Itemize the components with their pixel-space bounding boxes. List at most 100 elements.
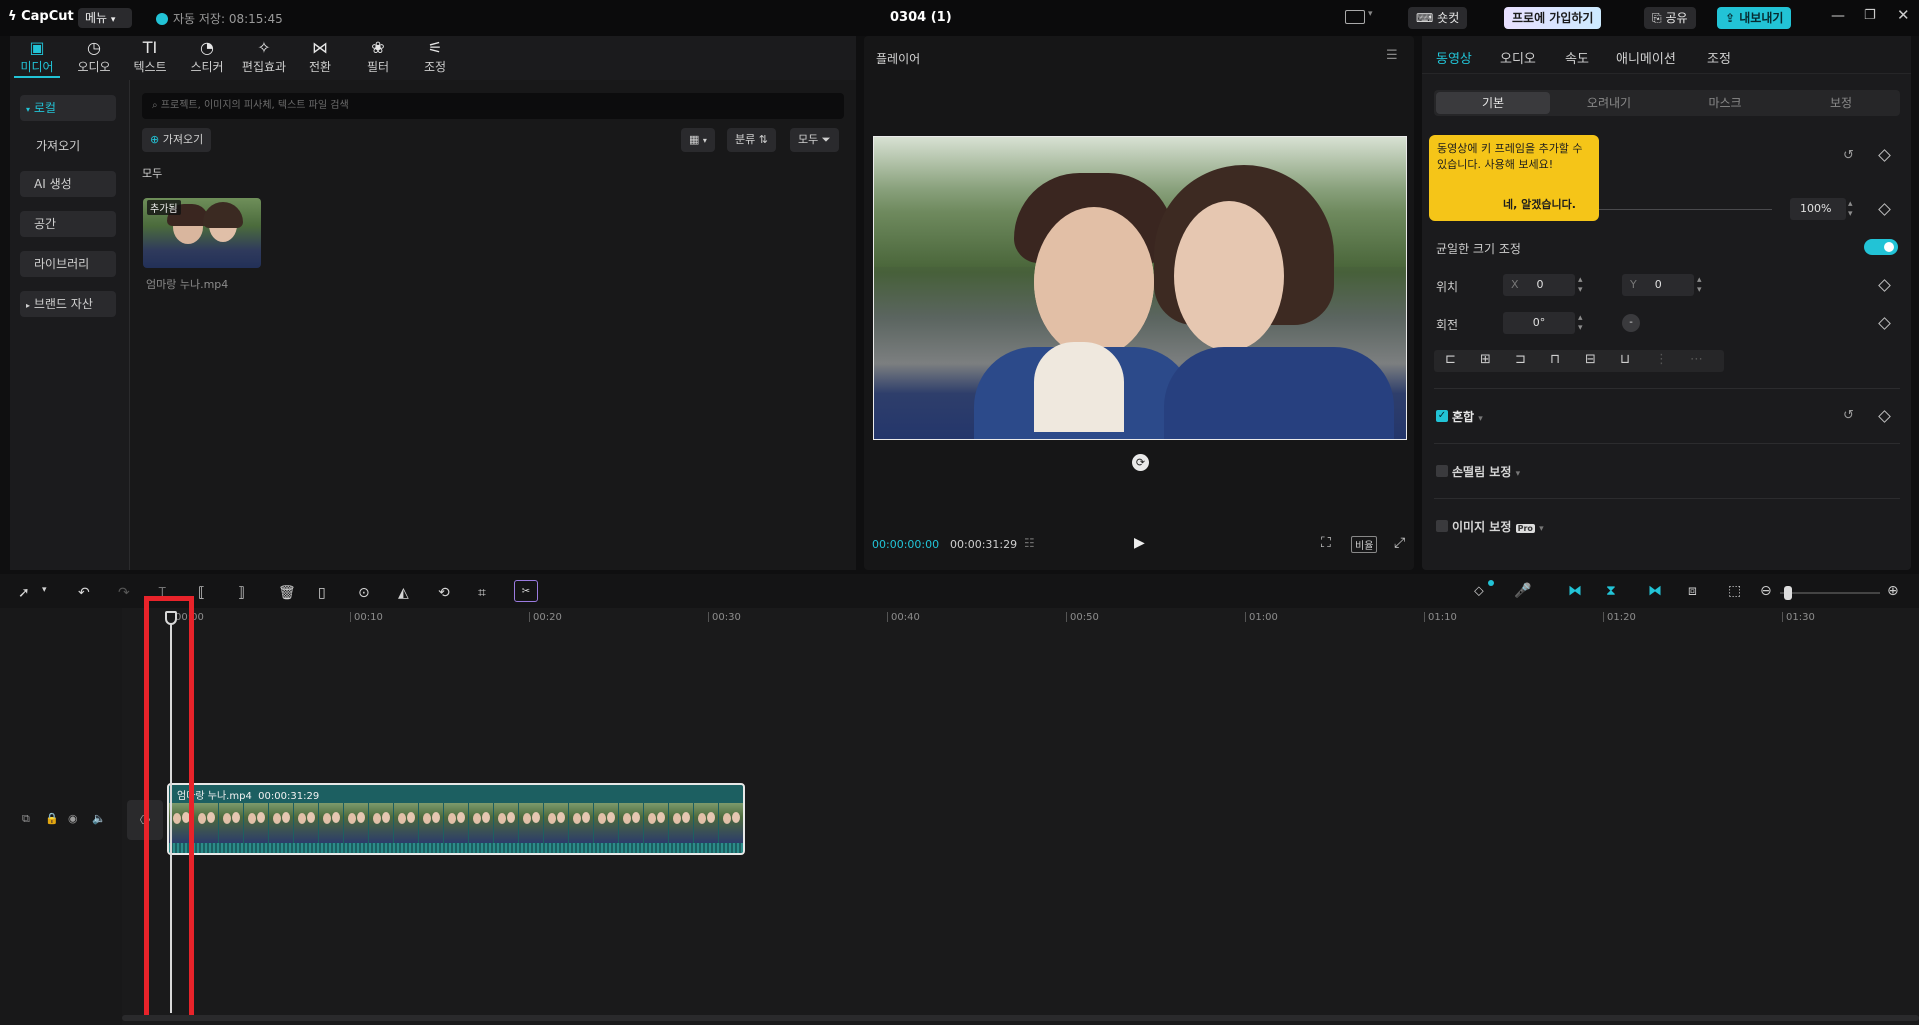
sort-button[interactable]: 분류 ⇅ <box>727 128 776 152</box>
split-right-icon[interactable]: ⟧ <box>238 585 245 601</box>
ratio-button[interactable]: 비율 <box>1351 536 1378 553</box>
rotate-clip-icon[interactable]: ⟲ <box>438 585 450 601</box>
tab-speed[interactable]: 속도 <box>1565 48 1589 67</box>
timeline-scrollbar[interactable] <box>122 1015 1919 1021</box>
tab-text[interactable]: TI 텍스트 <box>122 38 178 75</box>
split-left-icon[interactable]: ⟦ <box>198 585 205 601</box>
blend-label[interactable]: 혼합 ▾ <box>1452 408 1483 425</box>
subtab-mask[interactable]: 마스크 <box>1668 92 1782 114</box>
zoom-slider-handle[interactable] <box>1784 586 1792 600</box>
scale-input[interactable]: 100% <box>1790 198 1846 220</box>
close-icon[interactable]: ✕ <box>1897 6 1910 24</box>
align-bottom-icon[interactable]: ⊔ <box>1620 352 1630 367</box>
video-preview[interactable] <box>873 136 1407 440</box>
tab-adjust[interactable]: 조정 <box>1707 48 1731 67</box>
stepper-icon[interactable]: ▴ ▾ <box>1848 199 1853 219</box>
sidebar-item-import[interactable]: 가져오기 <box>20 133 116 159</box>
fullscreen-icon[interactable]: ⤢ <box>1394 535 1405 551</box>
stabilize-checkbox[interactable] <box>1436 465 1448 477</box>
layout-icon[interactable] <box>1345 10 1365 24</box>
eye-icon[interactable]: ◉ <box>68 812 78 825</box>
subtab-basic[interactable]: 기본 <box>1436 92 1550 114</box>
subtab-cutout[interactable]: 오려내기 <box>1552 92 1666 114</box>
tab-filter[interactable]: ❀ 필터 <box>350 38 406 75</box>
tooltip-ok-button[interactable]: 네, 알겠습니다. <box>1503 197 1576 213</box>
minimize-icon[interactable]: — <box>1831 8 1845 24</box>
tab-effects[interactable]: ✧ 편집효과 <box>236 38 292 75</box>
subtab-correction[interactable]: 보정 <box>1784 92 1898 114</box>
media-thumbnail[interactable]: 추가됨 <box>143 198 261 268</box>
rotate-icon[interactable]: ⟳ <box>1132 454 1149 471</box>
select-icon[interactable]: ➚ <box>18 585 30 601</box>
zoom-in-icon[interactable]: ⊕ <box>1887 583 1899 599</box>
tab-transition[interactable]: ⋈ 전환 <box>292 38 348 75</box>
linkage-icon[interactable]: ⧓ <box>1648 583 1662 599</box>
crop-icon[interactable]: ⌗ <box>478 585 486 601</box>
import-button[interactable]: ⊕ 가져오기 <box>142 128 212 152</box>
preview-axis-icon[interactable]: ⬚ <box>1728 583 1741 599</box>
delete-icon[interactable]: 🗑 <box>278 585 296 601</box>
zoom-out-icon[interactable]: ⊖ <box>1760 583 1772 599</box>
align-right-icon[interactable]: ⊐ <box>1515 352 1526 367</box>
align-center-h-icon[interactable]: ⊞ <box>1480 352 1491 367</box>
shortcut-button[interactable]: ⌨ 숏컷 <box>1408 7 1468 29</box>
marker-icon[interactable]: ⬦ <box>1474 583 1484 599</box>
sidebar-item-library[interactable]: 라이브러리 <box>20 251 116 277</box>
export-button[interactable]: ⇪ 내보내기 <box>1717 7 1792 29</box>
menu-icon[interactable]: ☰ <box>1386 48 1398 63</box>
search-input[interactable]: ⌕ 프로젝트, 이미지의 피사체, 텍스트 파일 검색 <box>142 93 844 119</box>
reset-icon[interactable]: ↺ <box>1843 148 1854 163</box>
lock-icon[interactable]: 🔒 <box>45 812 59 825</box>
align-center-v-icon[interactable]: ⊟ <box>1585 352 1596 367</box>
ai-tool-icon[interactable]: ✂ <box>514 580 538 602</box>
track-cover-icon[interactable]: ⧉ <box>22 812 30 826</box>
tab-audio[interactable]: ◷ 오디오 <box>66 38 122 75</box>
sidebar-item-space[interactable]: 공간 <box>20 211 116 237</box>
align-top-icon[interactable]: ⊓ <box>1550 352 1560 367</box>
image-correct-label[interactable]: 이미지 보정 Pro ▾ <box>1452 518 1544 535</box>
timecode-grid-icon[interactable]: ☷ <box>1024 536 1035 550</box>
redo-icon[interactable]: ↷ <box>118 585 130 601</box>
stepper-icon[interactable]: ▴ ▾ <box>1578 313 1583 333</box>
sidebar-item-ai[interactable]: AI 생성 <box>20 171 116 197</box>
tab-animation[interactable]: 애니메이션 <box>1616 48 1676 67</box>
uniform-scale-toggle[interactable] <box>1864 239 1898 255</box>
rotation-dial[interactable]: - <box>1622 314 1640 332</box>
video-clip[interactable]: 엄마랑 누나.mp4 00:00:31:29 <box>167 783 745 855</box>
tab-adjust[interactable]: ⚟ 조정 <box>407 38 463 75</box>
sidebar-item-brand[interactable]: ▸ 브랜드 자산 <box>20 291 116 317</box>
tab-media[interactable]: ▣ 미디어 <box>9 38 65 75</box>
link-main-track-icon[interactable]: ⧓ <box>1568 583 1582 599</box>
chevron-down-icon[interactable]: ▾ <box>1368 9 1373 19</box>
view-mode-button[interactable]: ▦ ▾ <box>681 128 715 152</box>
microphone-icon[interactable]: 🎤 <box>1514 583 1531 599</box>
menu-button[interactable]: 메뉴 ▾ <box>78 8 132 28</box>
undo-icon[interactable]: ↶ <box>78 585 90 601</box>
zoom-slider[interactable] <box>1780 592 1880 594</box>
stabilize-label[interactable]: 손떨림 보정 ▾ <box>1452 463 1520 480</box>
reverse-icon[interactable]: ⊙ <box>358 585 370 601</box>
share-button[interactable]: ⎘ 공유 <box>1644 7 1696 29</box>
sidebar-item-local[interactable]: ▾ 로컬 <box>20 95 116 121</box>
position-x-input[interactable]: X0 <box>1503 274 1575 296</box>
filter-button[interactable]: 모두 ⏷ <box>790 128 839 152</box>
stepper-icon[interactable]: ▴ ▾ <box>1578 275 1583 295</box>
image-correct-checkbox[interactable] <box>1436 520 1448 532</box>
volume-icon[interactable]: 🔈 <box>92 812 106 825</box>
split-preview-icon[interactable]: ⧈ <box>1688 583 1697 599</box>
distribute-v-icon[interactable]: ⋯ <box>1690 352 1703 367</box>
play-icon[interactable]: ▶ <box>1134 535 1145 551</box>
stepper-icon[interactable]: ▴ ▾ <box>1697 275 1702 295</box>
scale-slider[interactable] <box>1590 209 1772 210</box>
chevron-down-icon[interactable]: ▾ <box>42 585 47 595</box>
distribute-h-icon[interactable]: ⋮ <box>1655 352 1668 367</box>
pro-signup-button[interactable]: 프로에 가입하기 <box>1504 7 1602 29</box>
tab-audio[interactable]: 오디오 <box>1500 48 1536 67</box>
tab-sticker[interactable]: ◔ 스티커 <box>179 38 235 75</box>
reset-icon[interactable]: ↺ <box>1843 408 1854 423</box>
snap-icon[interactable]: ⧗ <box>1606 583 1616 599</box>
align-left-icon[interactable]: ⊏ <box>1445 352 1456 367</box>
fit-screen-icon[interactable]: ⛶ <box>1321 535 1331 551</box>
freeze-icon[interactable]: ▯ <box>318 585 326 601</box>
position-y-input[interactable]: Y0 <box>1622 274 1694 296</box>
